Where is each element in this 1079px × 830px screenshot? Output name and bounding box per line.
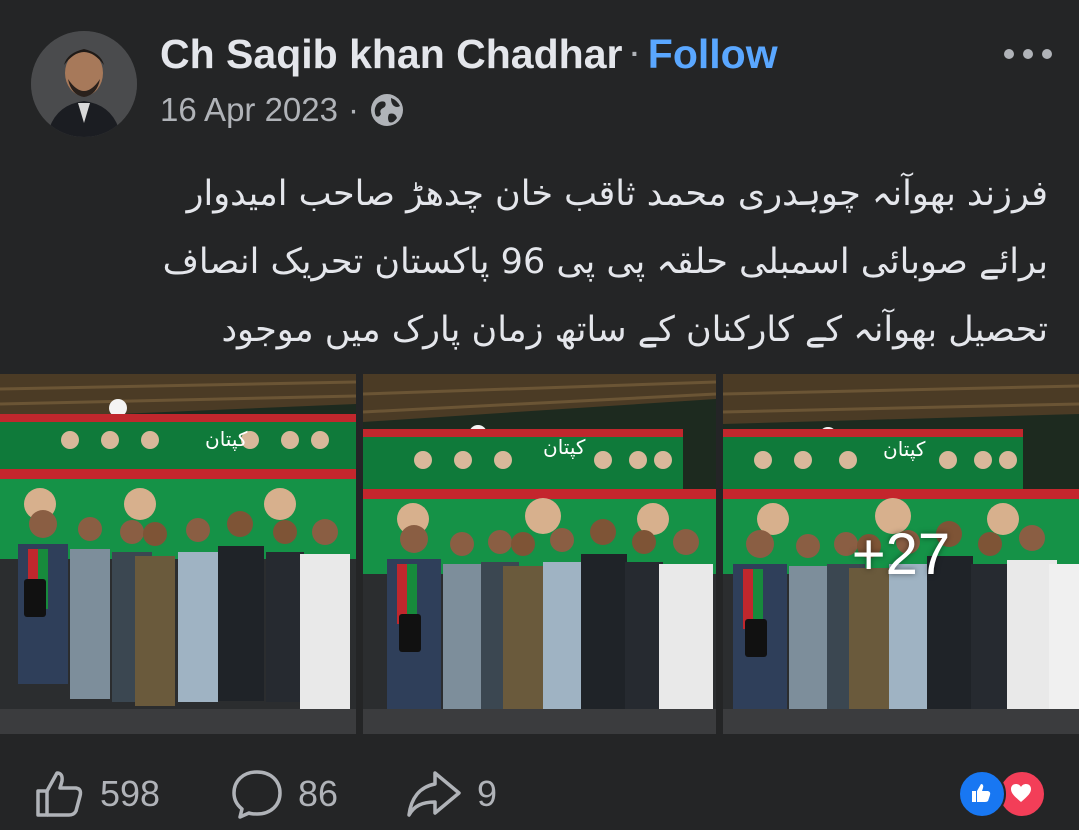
like-reaction-icon: [958, 770, 1006, 818]
globe-icon: [369, 92, 405, 128]
post-meta: 16 Apr 2023 ·: [160, 88, 405, 132]
comment-button[interactable]: 86: [230, 764, 338, 824]
separator-dot: ·: [348, 91, 359, 128]
like-button[interactable]: 598: [32, 764, 160, 824]
comment-icon: [232, 770, 282, 819]
caption-line: تحصیل بھوآنہ کے کارکنان کے ساتھ زمان پار…: [221, 310, 1048, 350]
photo-grid: کپتان کپتان کپتان +27: [0, 374, 1079, 734]
photo-3[interactable]: کپتان +27: [723, 374, 1079, 734]
caption-line: فرزند بھوآنہ چوہدری محمد ثاقب خان چدھڑ ص…: [186, 174, 1048, 214]
photo-1[interactable]: کپتان: [0, 374, 356, 734]
comment-count: 86: [298, 773, 339, 814]
photo-2[interactable]: کپتان: [363, 374, 716, 734]
photo-overlay: [363, 374, 716, 734]
share-icon: [407, 771, 461, 817]
separator-dot: ·: [630, 38, 640, 69]
share-button[interactable]: 9: [405, 764, 497, 824]
more-photos-overlay: +27: [851, 521, 951, 587]
action-bar: 598 86 9: [0, 756, 1079, 830]
author-name[interactable]: Ch Saqib khan Chadhar: [160, 31, 622, 78]
more-icon: [1004, 49, 1052, 59]
share-count: 9: [477, 773, 498, 814]
post-date[interactable]: 16 Apr 2023: [160, 91, 338, 129]
reaction-summary[interactable]: [958, 770, 1048, 818]
follow-button[interactable]: Follow: [648, 31, 778, 78]
author-avatar[interactable]: [31, 31, 137, 137]
like-count: 598: [100, 773, 161, 814]
more-options-button[interactable]: [1000, 40, 1056, 68]
caption-line: برائے صوبائی اسمبلی حلقہ پی پی 96 پاکستا…: [162, 242, 1048, 282]
post-caption: فرزند بھوآنہ چوہدری محمد ثاقب خان چدھڑ ص…: [30, 160, 1048, 364]
like-icon: [36, 771, 83, 817]
post-header: Ch Saqib khan Chadhar · Follow 16 Apr 20…: [0, 0, 1079, 150]
author-line: Ch Saqib khan Chadhar · Follow: [160, 28, 778, 80]
photo-overlay: [0, 374, 356, 734]
